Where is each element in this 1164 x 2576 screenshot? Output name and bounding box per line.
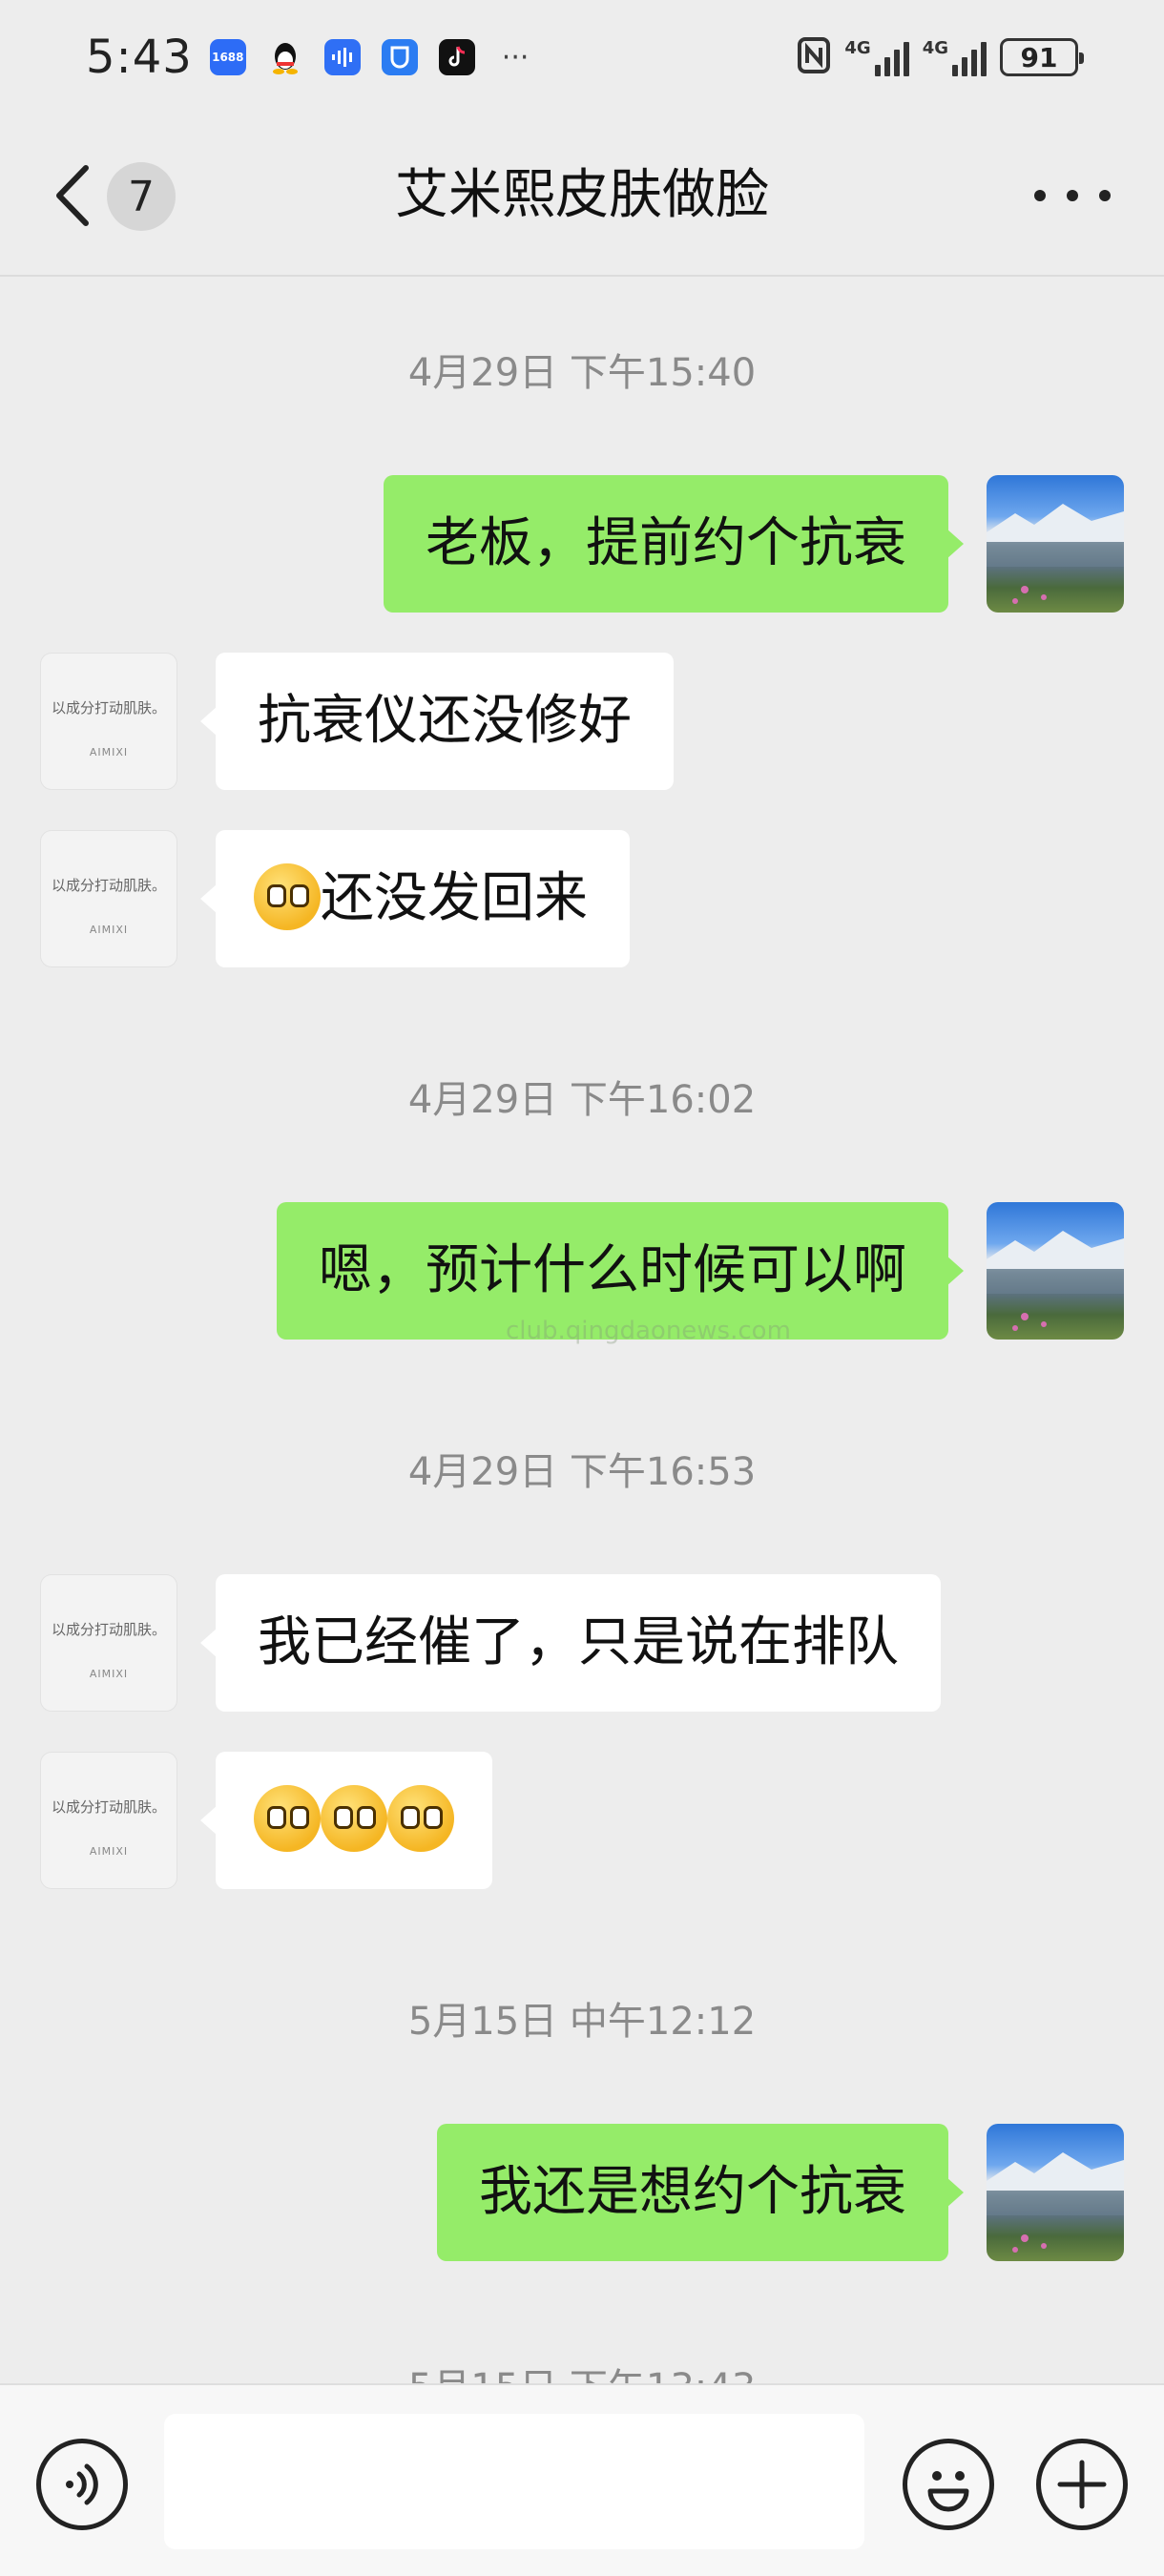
nfc-icon [797,36,831,78]
smiley-icon [927,2471,969,2512]
dot-icon [1099,190,1111,201]
emoji-button[interactable] [903,2439,994,2530]
voice-icon [66,2463,98,2505]
chat-header: 7 艾米熙皮肤做脸 [0,114,1164,277]
outgoing-message[interactable]: 老板，提前约个抗衰 [384,475,964,613]
emoji-icon [387,1784,454,1852]
message-timestamp: 4月29日 下午16:02 [407,1078,757,1122]
more-functions-button[interactable] [1036,2439,1128,2530]
contact-avatar[interactable]: 以成分打动肌肤。 AIMIXI [40,830,177,967]
qq-icon [267,39,303,75]
incoming-message[interactable]: 还没发回来 [200,830,630,967]
dot-icon [1067,190,1078,201]
tiktok-icon [438,39,475,75]
contact-avatar[interactable]: 以成分打动肌肤。 AIMIXI [40,653,177,790]
chevron-left-icon [56,165,89,226]
signal-icon-1: 4G [844,38,909,76]
incoming-message[interactable]: 我已经催了，只是说在排队 [200,1574,941,1712]
input-bar [0,2383,1164,2576]
dot-icon [1034,190,1046,201]
outgoing-message[interactable]: 我还是想约个抗衰 [437,2124,964,2261]
message-timestamp: 4月29日 下午16:53 [407,1450,757,1494]
clock: 5:43 [86,31,193,84]
1688-app-icon: 1688 [209,39,246,75]
security-app-icon [381,39,418,75]
system-icons: 4G 4G 91 [797,36,1084,78]
message-timestamp: 5月15日 中午12:12 [407,2000,757,2044]
chat-title: 艾米熙皮肤做脸 [395,164,769,226]
signal-icon-2: 4G [923,38,987,76]
watermark: club.qingdaonews.com [506,1317,791,1345]
status-bar: 5:43 1688 ··· 4G 4G 91 [0,0,1164,114]
my-avatar[interactable] [987,2124,1124,2261]
incoming-message[interactable]: 抗衰仪还没修好 [200,653,674,790]
emoji-icon [254,862,321,930]
incoming-message[interactable] [200,1752,492,1889]
more-notifications-indicator: ··· [501,40,530,74]
message-input[interactable] [164,2414,864,2549]
back-button[interactable] [48,164,105,227]
voice-app-icon [323,39,361,75]
notification-icons: 1688 ··· [209,39,530,75]
battery-icon: 91 [1000,38,1084,76]
emoji-icon [254,1784,321,1852]
plus-icon [1057,2460,1107,2509]
more-options-button[interactable] [1034,172,1111,219]
unread-count-badge[interactable]: 7 [107,162,176,231]
voice-input-button[interactable] [36,2439,128,2530]
my-avatar[interactable] [987,1202,1124,1340]
message-timestamp: 4月29日 下午15:40 [407,351,757,395]
my-avatar[interactable] [987,475,1124,613]
contact-avatar[interactable]: 以成分打动肌肤。 AIMIXI [40,1574,177,1712]
emoji-icon [321,1784,387,1852]
contact-avatar[interactable]: 以成分打动肌肤。 AIMIXI [40,1752,177,1889]
